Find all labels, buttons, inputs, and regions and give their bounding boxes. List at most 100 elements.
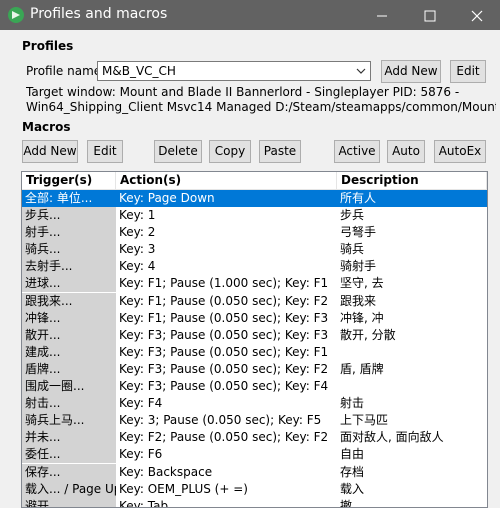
macros-table[interactable]: Trigger(s) Action(s) Description 全部: 单位.… bbox=[21, 171, 488, 508]
action-cell: Key: F1; Pause (0.050 sec); Key: F3 bbox=[119, 310, 329, 325]
table-row[interactable]: 射手... Key: 2 弓弩手 bbox=[22, 224, 487, 242]
action-cell: Key: 1 bbox=[119, 208, 156, 223]
trigger-cell: 骑兵... bbox=[22, 241, 116, 259]
table-row[interactable]: 围成一圈... Key: F3; Pause (0.050 sec); Key:… bbox=[22, 378, 487, 396]
description-cell: 骑兵 bbox=[340, 242, 365, 257]
table-row[interactable]: 建成... Key: F3; Pause (0.050 sec); Key: F… bbox=[22, 343, 487, 361]
action-cell: Key: F3; Pause (0.050 sec); Key: F3 bbox=[119, 327, 329, 342]
action-cell: Key: 3 bbox=[119, 242, 156, 257]
action-cell: Key: OEM_PLUS (+ =) bbox=[119, 481, 248, 496]
description-cell: 骑射手 bbox=[340, 259, 377, 274]
action-cell: Key: F2; Pause (0.050 sec); Key: F2 bbox=[119, 430, 329, 445]
trigger-cell: 跟我来... bbox=[22, 292, 116, 310]
description-cell: 撤 bbox=[340, 498, 353, 508]
trigger-cell: 盾牌... bbox=[22, 360, 116, 378]
description-cell: 跟我来 bbox=[340, 293, 377, 308]
table-row[interactable]: 保存... Key: Backspace 存档 bbox=[22, 463, 487, 481]
table-row[interactable]: 避开... Key: Tab 撤 bbox=[22, 497, 487, 508]
description-cell: 坚守, 去 bbox=[340, 276, 384, 291]
title-bar: Profiles and macros bbox=[0, 0, 500, 30]
trigger-cell: 冲锋... bbox=[22, 309, 116, 327]
table-row[interactable]: 步兵... Key: 1 步兵 bbox=[22, 207, 487, 225]
table-row[interactable]: 散开... Key: F3; Pause (0.050 sec); Key: F… bbox=[22, 326, 487, 344]
macro-add-new-button[interactable]: Add New bbox=[22, 140, 78, 163]
macro-paste-button[interactable]: Paste bbox=[259, 140, 301, 163]
window-title: Profiles and macros bbox=[30, 6, 168, 22]
description-cell: 载入 bbox=[340, 481, 365, 496]
macro-autoex-button[interactable]: AutoEx bbox=[434, 140, 486, 163]
table-row[interactable]: 进球... Key: F1; Pause (1.000 sec); Key: F… bbox=[22, 275, 487, 293]
description-cell: 步兵 bbox=[340, 208, 365, 223]
table-row[interactable]: 骑兵... Key: 3 骑兵 bbox=[22, 241, 487, 259]
app-icon bbox=[8, 7, 24, 23]
action-cell: Key: F6 bbox=[119, 447, 163, 462]
trigger-cell: 射击... bbox=[22, 395, 116, 413]
description-cell: 盾, 盾牌 bbox=[340, 361, 384, 376]
trigger-cell: 进球... bbox=[22, 275, 116, 293]
trigger-cell: 全部: 单位... bbox=[22, 190, 116, 207]
trigger-cell: 并未... bbox=[22, 429, 116, 447]
maximize-icon bbox=[424, 10, 436, 21]
minimize-button[interactable] bbox=[359, 0, 405, 30]
column-header-trigger[interactable]: Trigger(s) bbox=[22, 172, 116, 189]
column-header-action[interactable]: Action(s) bbox=[116, 172, 337, 189]
description-cell: 射击 bbox=[340, 396, 365, 411]
description-cell: 自由 bbox=[340, 447, 365, 462]
profiles-section-label: Profiles bbox=[22, 39, 74, 53]
table-row[interactable]: 盾牌... Key: F3; Pause (0.050 sec); Key: F… bbox=[22, 360, 487, 378]
trigger-cell: 载入... / Page Up bbox=[22, 480, 116, 498]
target-window-line-1: Target window: Mount and Blade II Banner… bbox=[26, 85, 460, 99]
table-row[interactable]: 跟我来... Key: F1; Pause (0.050 sec); Key: … bbox=[22, 292, 487, 310]
action-cell: Key: Page Down bbox=[119, 191, 215, 205]
action-cell: Key: F3; Pause (0.050 sec); Key: F1 bbox=[119, 344, 329, 359]
table-row[interactable]: 全部: 单位... Key: Page Down 所有人 bbox=[22, 190, 487, 208]
profile-add-new-button[interactable]: Add New bbox=[381, 60, 441, 83]
action-cell: Key: F4 bbox=[119, 396, 163, 411]
trigger-cell: 射手... bbox=[22, 224, 116, 242]
macro-edit-button[interactable]: Edit bbox=[87, 140, 123, 163]
profile-name-label: Profile name bbox=[26, 64, 102, 78]
table-row[interactable]: 冲锋... Key: F1; Pause (0.050 sec); Key: F… bbox=[22, 309, 487, 327]
description-cell bbox=[337, 344, 487, 361]
description-cell: 存档 bbox=[340, 464, 365, 479]
description-cell: 冲锋, 冲 bbox=[340, 310, 384, 325]
trigger-cell: 骑兵上马... bbox=[22, 412, 116, 430]
action-cell: Key: F1; Pause (0.050 sec); Key: F2 bbox=[119, 293, 329, 308]
action-cell: Key: Backspace bbox=[119, 464, 213, 479]
table-row[interactable]: 射击... Key: F4 射击 bbox=[22, 395, 487, 413]
maximize-button[interactable] bbox=[407, 0, 453, 30]
table-row[interactable]: 载入... / Page Up Key: OEM_PLUS (+ =) 载入 bbox=[22, 480, 487, 498]
action-cell: Key: Tab bbox=[119, 498, 169, 508]
table-header: Trigger(s) Action(s) Description bbox=[22, 172, 487, 190]
table-row[interactable]: 去射手... Key: 4 骑射手 bbox=[22, 258, 487, 276]
table-row[interactable]: 委任... Key: F6 自由 bbox=[22, 446, 487, 464]
description-cell: 散开, 分散 bbox=[340, 327, 396, 342]
trigger-cell: 去射手... bbox=[22, 258, 116, 276]
target-window-line-2: Win64_Shipping_Client Msvc14 Managed D:/… bbox=[26, 100, 496, 114]
column-header-description[interactable]: Description bbox=[337, 172, 487, 189]
close-icon bbox=[471, 10, 483, 21]
trigger-cell: 保存... bbox=[22, 463, 116, 481]
macro-active-button[interactable]: Active bbox=[334, 140, 380, 163]
action-cell: Key: F1; Pause (1.000 sec); Key: F1 bbox=[119, 276, 329, 291]
description-cell: 弓弩手 bbox=[340, 225, 377, 240]
table-row[interactable]: 并未... Key: F2; Pause (0.050 sec); Key: F… bbox=[22, 429, 487, 447]
table-row[interactable]: 骑兵上马... Key: 3; Pause (0.050 sec); Key: … bbox=[22, 412, 487, 430]
macro-delete-button[interactable]: Delete bbox=[154, 140, 202, 163]
action-cell: Key: 4 bbox=[119, 259, 156, 274]
action-cell: Key: F3; Pause (0.050 sec); Key: F4 bbox=[119, 379, 329, 394]
profile-edit-button[interactable]: Edit bbox=[450, 60, 486, 83]
action-cell: Key: F3; Pause (0.050 sec); Key: F2 bbox=[119, 361, 329, 376]
profile-name-select[interactable]: M&B_VC_CH bbox=[97, 61, 371, 81]
macro-copy-button[interactable]: Copy bbox=[209, 140, 251, 163]
trigger-cell: 建成... bbox=[22, 343, 116, 361]
chevron-down-icon bbox=[356, 68, 366, 74]
description-cell: 面对敌人, 面向敌人 bbox=[340, 430, 444, 445]
minimize-icon bbox=[377, 15, 387, 16]
trigger-cell: 围成一圈... bbox=[22, 378, 116, 396]
description-cell: 所有人 bbox=[340, 191, 377, 205]
close-button[interactable] bbox=[454, 0, 500, 30]
macro-auto-button[interactable]: Auto bbox=[387, 140, 425, 163]
description-cell: 上下马匹 bbox=[340, 413, 389, 428]
action-cell: Key: 2 bbox=[119, 225, 156, 240]
